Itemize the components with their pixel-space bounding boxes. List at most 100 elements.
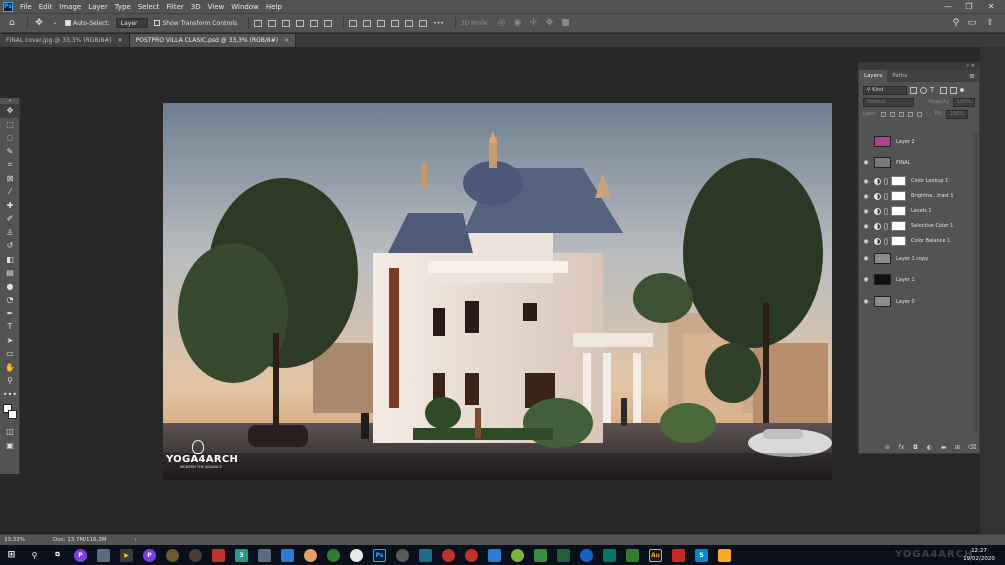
app-icon-teal[interactable]: [419, 548, 432, 562]
task-view-icon[interactable]: ⧉: [51, 549, 64, 562]
close-tab-icon[interactable]: ×: [284, 34, 289, 47]
align-left-icon[interactable]: [296, 19, 305, 27]
app-icon-red-3[interactable]: [465, 548, 478, 562]
audition-icon[interactable]: Au: [649, 548, 662, 562]
app-icon-gray[interactable]: [396, 548, 409, 562]
visibility-eye-icon[interactable]: ◉: [862, 208, 870, 215]
new-adjustment-icon[interactable]: ◐: [926, 444, 933, 451]
distribute-top-icon[interactable]: [349, 19, 358, 27]
visibility-eye-icon[interactable]: ◉: [862, 223, 870, 230]
align-vertical-center-icon[interactable]: [268, 19, 277, 27]
auto-select-target-dropdown[interactable]: Layer: [115, 18, 149, 28]
menu-file[interactable]: File: [20, 3, 32, 11]
eraser-tool-icon[interactable]: ◧: [0, 253, 20, 267]
menu-edit[interactable]: Edit: [39, 3, 53, 11]
app-icon-purple[interactable]: P: [74, 548, 87, 562]
layer-row-color-balance[interactable]: ◉ Color Balance 1: [859, 236, 973, 246]
app-icon-blue-2[interactable]: [488, 548, 501, 562]
panel-collapse-bar[interactable]: » ✕: [859, 63, 979, 70]
more-options-button[interactable]: •••: [433, 20, 444, 27]
filter-adjustment-icon[interactable]: [920, 86, 927, 94]
maximize-button[interactable]: ❐: [960, 0, 978, 13]
crop-tool-icon[interactable]: ⌗: [0, 158, 20, 172]
zoom-level[interactable]: 33,33%: [4, 537, 25, 543]
menu-layer[interactable]: Layer: [88, 3, 108, 11]
3d-pan-icon[interactable]: ✛: [528, 17, 540, 29]
app-icon-circle[interactable]: [189, 548, 202, 562]
align-horizontal-center-icon[interactable]: [310, 19, 319, 27]
lock-position-icon[interactable]: [899, 111, 905, 117]
chrome-icon[interactable]: [350, 548, 363, 562]
app-icon-green[interactable]: [327, 548, 340, 562]
type-tool-icon[interactable]: T: [0, 320, 20, 334]
lock-transparency-icon[interactable]: [881, 111, 887, 117]
menu-view[interactable]: View: [208, 3, 225, 11]
visibility-eye-icon[interactable]: ◉: [862, 255, 870, 262]
visibility-eye-icon[interactable]: ◉: [862, 193, 870, 200]
history-brush-tool-icon[interactable]: ↺: [0, 239, 20, 253]
visibility-eye-icon[interactable]: ◉: [862, 276, 870, 283]
distribute-hcenter-icon[interactable]: [405, 19, 414, 27]
app-icon-media[interactable]: ▶: [120, 548, 133, 562]
blend-mode-dropdown[interactable]: Normal: [863, 97, 915, 107]
path-selection-tool-icon[interactable]: ➤: [0, 334, 20, 348]
app-icon-green-4[interactable]: [626, 548, 639, 562]
app-icon-3[interactable]: 3: [235, 548, 248, 562]
eyedropper-tool-icon[interactable]: ⁄: [0, 185, 20, 199]
align-right-icon[interactable]: [324, 19, 333, 27]
layer-row-levels[interactable]: ◉ Levels 1: [859, 206, 973, 216]
windows-start-icon[interactable]: ⊞: [5, 549, 18, 562]
app-icon-teal-2[interactable]: [603, 548, 616, 562]
layer-row-layer-1-copy[interactable]: ◉ Layer 1 copy: [859, 253, 973, 264]
distribute-left-icon[interactable]: [391, 19, 400, 27]
filter-shape-icon[interactable]: [940, 86, 947, 94]
app-icon-blue[interactable]: [281, 548, 294, 562]
app-icon-lime[interactable]: [511, 548, 524, 562]
visibility-eye-icon[interactable]: ◉: [862, 138, 870, 145]
share-icon[interactable]: ⇪: [984, 17, 996, 29]
tab-layers[interactable]: Layers: [859, 70, 888, 82]
new-group-icon[interactable]: ▬: [940, 444, 947, 451]
new-layer-icon[interactable]: ⊞: [954, 444, 961, 451]
search-icon[interactable]: ⚲: [28, 549, 41, 562]
quick-mask-icon[interactable]: ◫: [0, 425, 20, 439]
layer-row-layer-1[interactable]: ◉ Layer 1: [859, 274, 973, 285]
zoom-tool-icon[interactable]: ⚲: [0, 374, 20, 388]
lock-pixels-icon[interactable]: [890, 111, 896, 117]
3d-slide-icon[interactable]: ✥: [544, 17, 556, 29]
layers-scrollbar[interactable]: [973, 132, 978, 432]
3d-orbit-icon[interactable]: ◎: [496, 17, 508, 29]
edit-toolbar-icon[interactable]: •••: [0, 388, 20, 402]
lasso-tool-icon[interactable]: ◌: [0, 131, 20, 145]
close-button[interactable]: ✕: [982, 0, 1000, 13]
photoshop-taskbar-icon[interactable]: Ps: [373, 548, 386, 562]
app-icon-s[interactable]: S: [695, 548, 708, 562]
distribute-bottom-icon[interactable]: [377, 19, 386, 27]
brush-tool-icon[interactable]: ✐: [0, 212, 20, 226]
app-icon-purple-2[interactable]: P: [143, 548, 156, 562]
chevron-down-icon[interactable]: ⌄: [49, 17, 61, 29]
filter-pixel-icon[interactable]: [910, 86, 917, 94]
filter-smart-object-icon[interactable]: [950, 86, 957, 94]
menu-help[interactable]: Help: [266, 3, 282, 11]
distribute-right-icon[interactable]: [419, 19, 428, 27]
move-tool-icon[interactable]: ✥: [33, 17, 45, 29]
home-icon[interactable]: ⌂: [6, 17, 18, 29]
show-transform-controls-checkbox[interactable]: [154, 20, 161, 26]
layer-row-color-lookup[interactable]: ◉ Color Lookup 1: [859, 176, 973, 186]
color-swatches[interactable]: [0, 401, 20, 425]
quick-select-tool-icon[interactable]: ✎: [0, 145, 20, 159]
lock-all-icon[interactable]: [917, 111, 923, 117]
layer-row-selective-color[interactable]: ◉ Selective Color 1: [859, 221, 973, 231]
filter-toggle-icon[interactable]: [960, 88, 964, 92]
visibility-eye-icon[interactable]: ◉: [862, 238, 870, 245]
visibility-eye-icon[interactable]: ◉: [862, 178, 870, 185]
tab-final-cover[interactable]: FINAL cover.jpg @ 33,3% (RGB/8#) ×: [0, 34, 130, 47]
status-menu-arrow-icon[interactable]: ›: [135, 537, 137, 543]
tab-postpro-villa[interactable]: POSTPRO VILLA CLASIC.psd @ 33,3% (RGB/8#…: [129, 34, 297, 47]
frame-tool-icon[interactable]: ⊠: [0, 172, 20, 186]
app-icon-gold[interactable]: [166, 548, 179, 562]
blur-tool-icon[interactable]: ●: [0, 280, 20, 294]
rectangle-tool-icon[interactable]: ▭: [0, 347, 20, 361]
app-icon-green-3[interactable]: [557, 548, 570, 562]
